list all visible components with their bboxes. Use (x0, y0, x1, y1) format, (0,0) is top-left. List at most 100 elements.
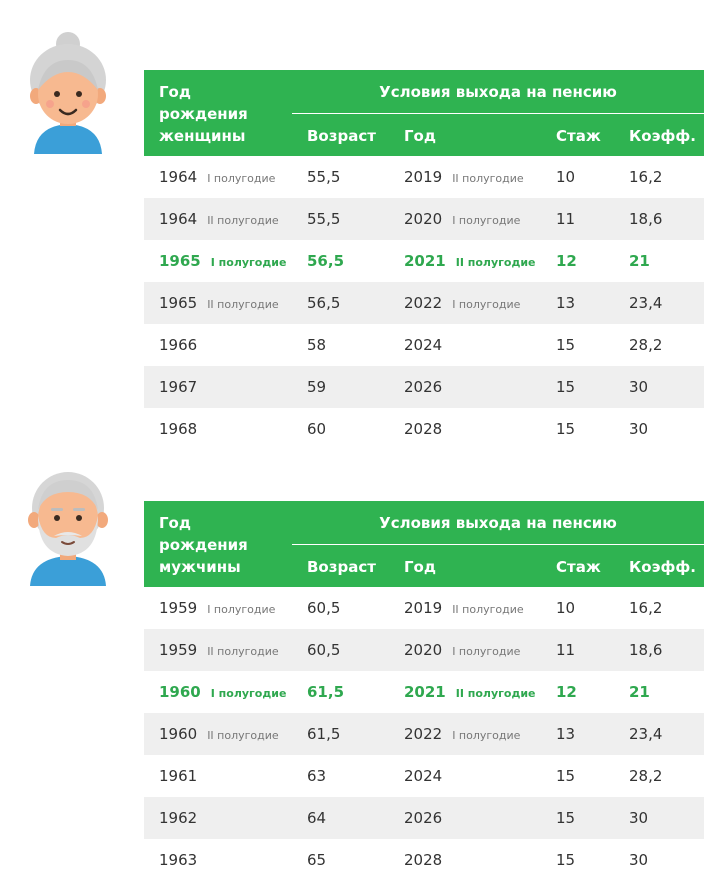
birth-year-value: 1967 (159, 378, 198, 396)
retire-year-cell: 2022 I полугодие (404, 282, 520, 326)
age-cell: 60 (307, 420, 327, 438)
birth-year-value: 1959 (159, 599, 198, 617)
coefficient-cell: 28,2 (629, 336, 663, 354)
experience-cell: 13 (556, 294, 576, 312)
retire-year-cell: 2022 I полугодие (404, 713, 520, 757)
experience-cell: 12 (556, 252, 577, 270)
experience-column-header: Стаж (556, 127, 601, 145)
retire-half-label: II полугодие (452, 603, 524, 616)
table-row: 1959 I полугодие 60,5 2019 II полугодие 10 16,… (144, 587, 704, 629)
retire-year-value: 2019 (404, 168, 443, 186)
coefficient-cell: 18,6 (629, 210, 663, 228)
birth-year-value: 1966 (159, 336, 198, 354)
retire-year-cell: 2026 (404, 797, 452, 841)
birth-year-value: 1963 (159, 851, 198, 869)
birth-year-cell: 1959 I полугодие (159, 587, 275, 631)
retire-half-label: II полугодие (452, 172, 524, 185)
coefficient-cell: 18,6 (629, 641, 663, 659)
coefficient-cell: 21 (629, 252, 650, 270)
experience-cell: 15 (556, 851, 576, 869)
coefficient-cell: 23,4 (629, 725, 663, 743)
header-text: рождения (159, 105, 248, 123)
age-cell: 59 (307, 378, 327, 396)
age-cell: 60,5 (307, 599, 341, 617)
birth-year-cell: 1968 (159, 408, 207, 452)
retire-year-value: 2020 (404, 641, 443, 659)
birth-year-header: Год рождения женщины (159, 81, 289, 147)
retire-year-cell: 2021 II полугодие (404, 671, 536, 715)
age-cell: 58 (307, 336, 327, 354)
retire-year-cell: 2028 (404, 839, 452, 883)
birth-half-label: II полугодие (207, 298, 279, 311)
header-text: мужчины (159, 558, 241, 576)
retire-year-value: 2019 (404, 599, 443, 617)
retire-year-cell: 2028 (404, 408, 452, 452)
retire-year-value: 2022 (404, 725, 443, 743)
experience-cell: 12 (556, 683, 577, 701)
table-row: 1964 I полугодие 55,5 2019 II полугодие 10 16,… (144, 156, 704, 198)
birth-year-value: 1965 (159, 294, 198, 312)
coefficient-cell: 28,2 (629, 767, 663, 785)
experience-cell: 15 (556, 809, 576, 827)
table-row: 1962 64 2026 15 30 (144, 797, 704, 839)
birth-half-label: II полугодие (207, 645, 279, 658)
experience-cell: 11 (556, 210, 576, 228)
experience-cell: 13 (556, 725, 576, 743)
table-row: 1960 I полугодие 61,5 2021 II полугодие 12 21 (144, 671, 704, 713)
table-row: 1968 60 2028 15 30 (144, 408, 704, 450)
birth-half-label: I полугодие (210, 256, 287, 269)
birth-half-label: I полугодие (207, 603, 276, 616)
header-text: Год (159, 514, 191, 532)
coefficient-cell: 30 (629, 851, 649, 869)
birth-year-cell: 1965 I полугодие (159, 240, 286, 284)
experience-cell: 15 (556, 420, 576, 438)
coefficient-cell: 23,4 (629, 294, 663, 312)
birth-year-cell: 1966 (159, 324, 207, 368)
birth-year-value: 1968 (159, 420, 198, 438)
retire-half-label: I полугодие (452, 298, 521, 311)
experience-cell: 15 (556, 336, 576, 354)
table-row: 1960 II полугодие 61,5 2022 I полугодие 13 23,… (144, 713, 704, 755)
age-column-header: Возраст (307, 558, 376, 576)
retire-half-label: I полугодие (452, 645, 521, 658)
birth-year-cell: 1963 (159, 839, 207, 883)
retire-year-cell: 2019 II полугодие (404, 156, 524, 200)
elderly-woman-avatar-icon (30, 32, 106, 154)
birth-year-value: 1962 (159, 809, 198, 827)
table-header: Год рождения мужчины Условия выхода на п… (144, 501, 704, 587)
age-cell: 60,5 (307, 641, 341, 659)
birth-year-cell: 1964 II полугодие (159, 198, 279, 242)
experience-cell: 11 (556, 641, 576, 659)
birth-year-value: 1964 (159, 210, 198, 228)
women-pension-table: Год рождения женщины Условия выхода на п… (144, 70, 704, 450)
coefficient-cell: 30 (629, 809, 649, 827)
year-column-header: Год (404, 558, 436, 576)
retire-year-value: 2021 (404, 252, 446, 270)
retire-year-value: 2021 (404, 683, 446, 701)
birth-half-label: II полугодие (207, 214, 279, 227)
coefficient-cell: 16,2 (629, 168, 663, 186)
men-pension-table: Год рождения мужчины Условия выхода на п… (144, 501, 704, 881)
table-row: 1959 II полугодие 60,5 2020 I полугодие 11 18,… (144, 629, 704, 671)
header-text: Год (159, 83, 191, 101)
retire-year-cell: 2021 II полугодие (404, 240, 536, 284)
retire-year-value: 2022 (404, 294, 443, 312)
birth-year-cell: 1962 (159, 797, 207, 841)
retire-half-label: I полугодие (452, 729, 521, 742)
birth-year-value: 1965 (159, 252, 201, 270)
conditions-header: Условия выхода на пенсию (379, 83, 617, 101)
age-column-header: Возраст (307, 127, 376, 145)
retire-year-value: 2028 (404, 851, 443, 869)
age-cell: 56,5 (307, 252, 345, 270)
age-cell: 64 (307, 809, 327, 827)
birth-year-cell: 1965 II полугодие (159, 282, 279, 326)
table-body: 1959 I полугодие 60,5 2019 II полугодие 10 16,… (144, 587, 704, 881)
birth-half-label: I полугодие (210, 687, 287, 700)
age-cell: 56,5 (307, 294, 341, 312)
retire-year-cell: 2026 (404, 366, 452, 410)
header-text: рождения (159, 536, 248, 554)
table-row: 1963 65 2028 15 30 (144, 839, 704, 881)
table-row: 1961 63 2024 15 28,2 (144, 755, 704, 797)
age-cell: 61,5 (307, 683, 345, 701)
coefficient-cell: 30 (629, 420, 649, 438)
